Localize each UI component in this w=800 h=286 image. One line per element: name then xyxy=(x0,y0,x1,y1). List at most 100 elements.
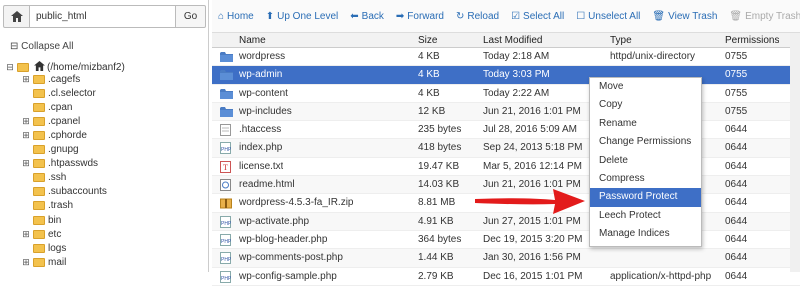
tree-node[interactable]: .cl.selector xyxy=(22,86,96,100)
menu-item-leech-protect[interactable]: Leech Protect xyxy=(590,207,701,225)
cell-name: index.php xyxy=(239,142,283,154)
cell-size: 12 KB xyxy=(418,105,446,117)
toolbar-label: Up One Level xyxy=(277,10,339,22)
forward-button[interactable]: ➡ Forward xyxy=(390,0,450,33)
toolbar-label: Forward xyxy=(407,10,444,22)
menu-item-copy[interactable]: Copy xyxy=(590,96,701,114)
toolbar-label: View Trash xyxy=(668,10,718,22)
menu-item-rename[interactable]: Rename xyxy=(590,115,701,133)
table-row[interactable]: .htaccess 235 bytes Jul 28, 2016 5:09 AM 06… xyxy=(212,121,800,140)
cell-perms: 0644 xyxy=(725,197,748,209)
toolbar-label: Unselect All xyxy=(588,10,641,22)
tree-node-label: bin xyxy=(48,214,62,226)
tree-node-label: .cl.selector xyxy=(48,87,96,99)
tree-node[interactable]: ⊞ etc xyxy=(22,227,61,241)
menu-item-compress[interactable]: Compress xyxy=(590,170,701,188)
table-row[interactable]: wp-admin 4 KB Today 3:03 PM 0755 xyxy=(212,66,800,85)
tree-node[interactable]: .ssh xyxy=(22,171,66,185)
folder-icon xyxy=(33,201,45,211)
up-one-level-button[interactable]: ⬆ Up One Level xyxy=(260,0,345,33)
tree-node[interactable]: ⊞ .cphorde xyxy=(22,128,87,142)
cell-name: license.txt xyxy=(239,160,284,172)
toolbar: ⌂ Home ⬆ Up One Level ⬅ Back ➡ Forward ↻ Reload ☑ S… xyxy=(212,0,800,33)
file-table: Name Size Last Modified Type Permissions… xyxy=(212,33,800,286)
cell-size: 364 bytes xyxy=(418,233,462,245)
select-all-button[interactable]: ☑ Select All xyxy=(505,0,570,33)
back-arrow-icon: ⬅ xyxy=(350,10,359,22)
view-trash-button[interactable]: 🗑 View Trash xyxy=(646,0,723,33)
header-permissions[interactable]: Permissions xyxy=(725,33,779,48)
tree-node[interactable]: .trash xyxy=(22,199,73,213)
menu-item-change-permissions[interactable]: Change Permissions xyxy=(590,133,701,151)
folder-icon xyxy=(33,243,45,253)
go-button[interactable]: Go xyxy=(176,5,206,28)
svg-text:PHP: PHP xyxy=(221,221,231,227)
table-row[interactable]: PHP index.php 418 bytes Sep 24, 2013 5:18 P… xyxy=(212,139,800,158)
collapse-all-link[interactable]: ⊟ Collapse All xyxy=(10,41,73,52)
table-body: wordpress 4 KB Today 2:18 AM httpd/unix-dir… xyxy=(212,48,800,286)
svg-text:PHP: PHP xyxy=(221,257,231,263)
table-row[interactable]: PHP wp-blog-header.php 364 bytes Dec 19, 20… xyxy=(212,231,800,250)
collapse-icon: ⊟ xyxy=(10,41,22,52)
php-file-icon: PHP xyxy=(220,252,232,265)
cell-modified: Jul 28, 2016 5:09 AM xyxy=(483,124,577,136)
toolbar-label: Empty Trash xyxy=(745,10,800,22)
table-row[interactable]: wp-includes 12 KB Jun 21, 2016 1:01 PM 0755 xyxy=(212,102,800,122)
cell-size: 4 KB xyxy=(418,69,440,81)
tree-node-label: .subaccounts xyxy=(48,186,107,198)
back-button[interactable]: ⬅ Back xyxy=(344,0,390,33)
tree-toggle-icon[interactable]: ⊞ xyxy=(22,130,30,141)
home-icon xyxy=(10,11,23,22)
tree-node[interactable]: .subaccounts xyxy=(22,185,107,199)
folder-icon xyxy=(33,215,45,225)
cell-perms: 0644 xyxy=(725,124,748,136)
cell-name: readme.html xyxy=(239,179,295,191)
reload-button[interactable]: ↻ Reload xyxy=(450,0,505,33)
tree-node[interactable]: ⊞ .cpanel xyxy=(22,114,80,128)
cell-size: 4 KB xyxy=(418,51,440,62)
menu-item-delete[interactable]: Delete xyxy=(590,152,701,170)
cell-modified: Today 2:18 AM xyxy=(483,51,550,62)
tree-toggle-icon[interactable]: ⊞ xyxy=(22,158,30,169)
tree-node[interactable]: ⊞ .htpasswds xyxy=(22,157,98,171)
tree-node[interactable]: bin xyxy=(22,213,61,227)
header-name[interactable]: Name xyxy=(239,33,266,48)
tree-node[interactable]: logs xyxy=(22,241,66,255)
vertical-scrollbar[interactable] xyxy=(790,33,800,272)
folder-icon xyxy=(33,257,45,267)
tree-toggle-icon[interactable]: ⊟ xyxy=(6,62,14,73)
cell-perms: 0755 xyxy=(725,105,748,117)
tree-node[interactable]: ⊞ mail xyxy=(22,255,66,269)
table-row[interactable]: wp-content 4 KB Today 2:22 AM 0755 xyxy=(212,85,800,103)
path-input[interactable]: public_html xyxy=(30,5,176,28)
header-size[interactable]: Size xyxy=(418,33,437,48)
tree-toggle-icon[interactable]: ⊞ xyxy=(22,116,30,127)
tree-toggle-icon[interactable]: ⊞ xyxy=(22,74,30,85)
header-last-modified[interactable]: Last Modified xyxy=(483,33,542,48)
menu-item-manage-indices[interactable]: Manage Indices xyxy=(590,225,701,243)
menu-item-password-protect[interactable]: Password Protect xyxy=(590,188,701,207)
tree-node[interactable]: ⊞ .cagefs xyxy=(22,72,80,86)
table-row[interactable]: PHP wp-comments-post.php 1.44 KB Jan 30, 20… xyxy=(212,249,800,268)
table-row[interactable]: PHP wp-config-sample.php 2.79 KB Dec 16, 20… xyxy=(212,268,800,286)
tree-toggle-icon[interactable]: ⊞ xyxy=(22,229,30,240)
tree-toggle-icon[interactable]: ⊞ xyxy=(22,257,30,268)
home-button[interactable]: ⌂ Home xyxy=(212,0,260,33)
php-file-icon: PHP xyxy=(220,233,232,246)
tree-node-label: mail xyxy=(48,256,67,268)
tree-node[interactable]: .gnupg xyxy=(22,143,79,157)
menu-item-move[interactable]: Move xyxy=(590,78,701,96)
cell-size: 1.44 KB xyxy=(418,252,454,264)
table-row[interactable]: wordpress 4 KB Today 2:18 AM httpd/unix-dir… xyxy=(212,48,800,67)
tree-node-label: .cagefs xyxy=(48,73,81,85)
unselect-all-button[interactable]: ☐ Unselect All xyxy=(570,0,646,33)
header-type[interactable]: Type xyxy=(610,33,632,48)
empty-trash-button: 🗑 Empty Trash xyxy=(723,0,800,33)
cell-perms: 0644 xyxy=(725,179,748,191)
tree-node[interactable]: .cpan xyxy=(22,100,72,114)
home-path-button[interactable] xyxy=(3,5,30,28)
folder-icon xyxy=(33,145,45,154)
cell-name: wordpress-4.5.3-fa_IR.zip xyxy=(239,197,354,209)
toolbar-label: Home xyxy=(227,10,254,22)
table-row[interactable]: Tlicense.txt 19.47 KB Mar 5, 2016 12:14 PM… xyxy=(212,158,800,177)
